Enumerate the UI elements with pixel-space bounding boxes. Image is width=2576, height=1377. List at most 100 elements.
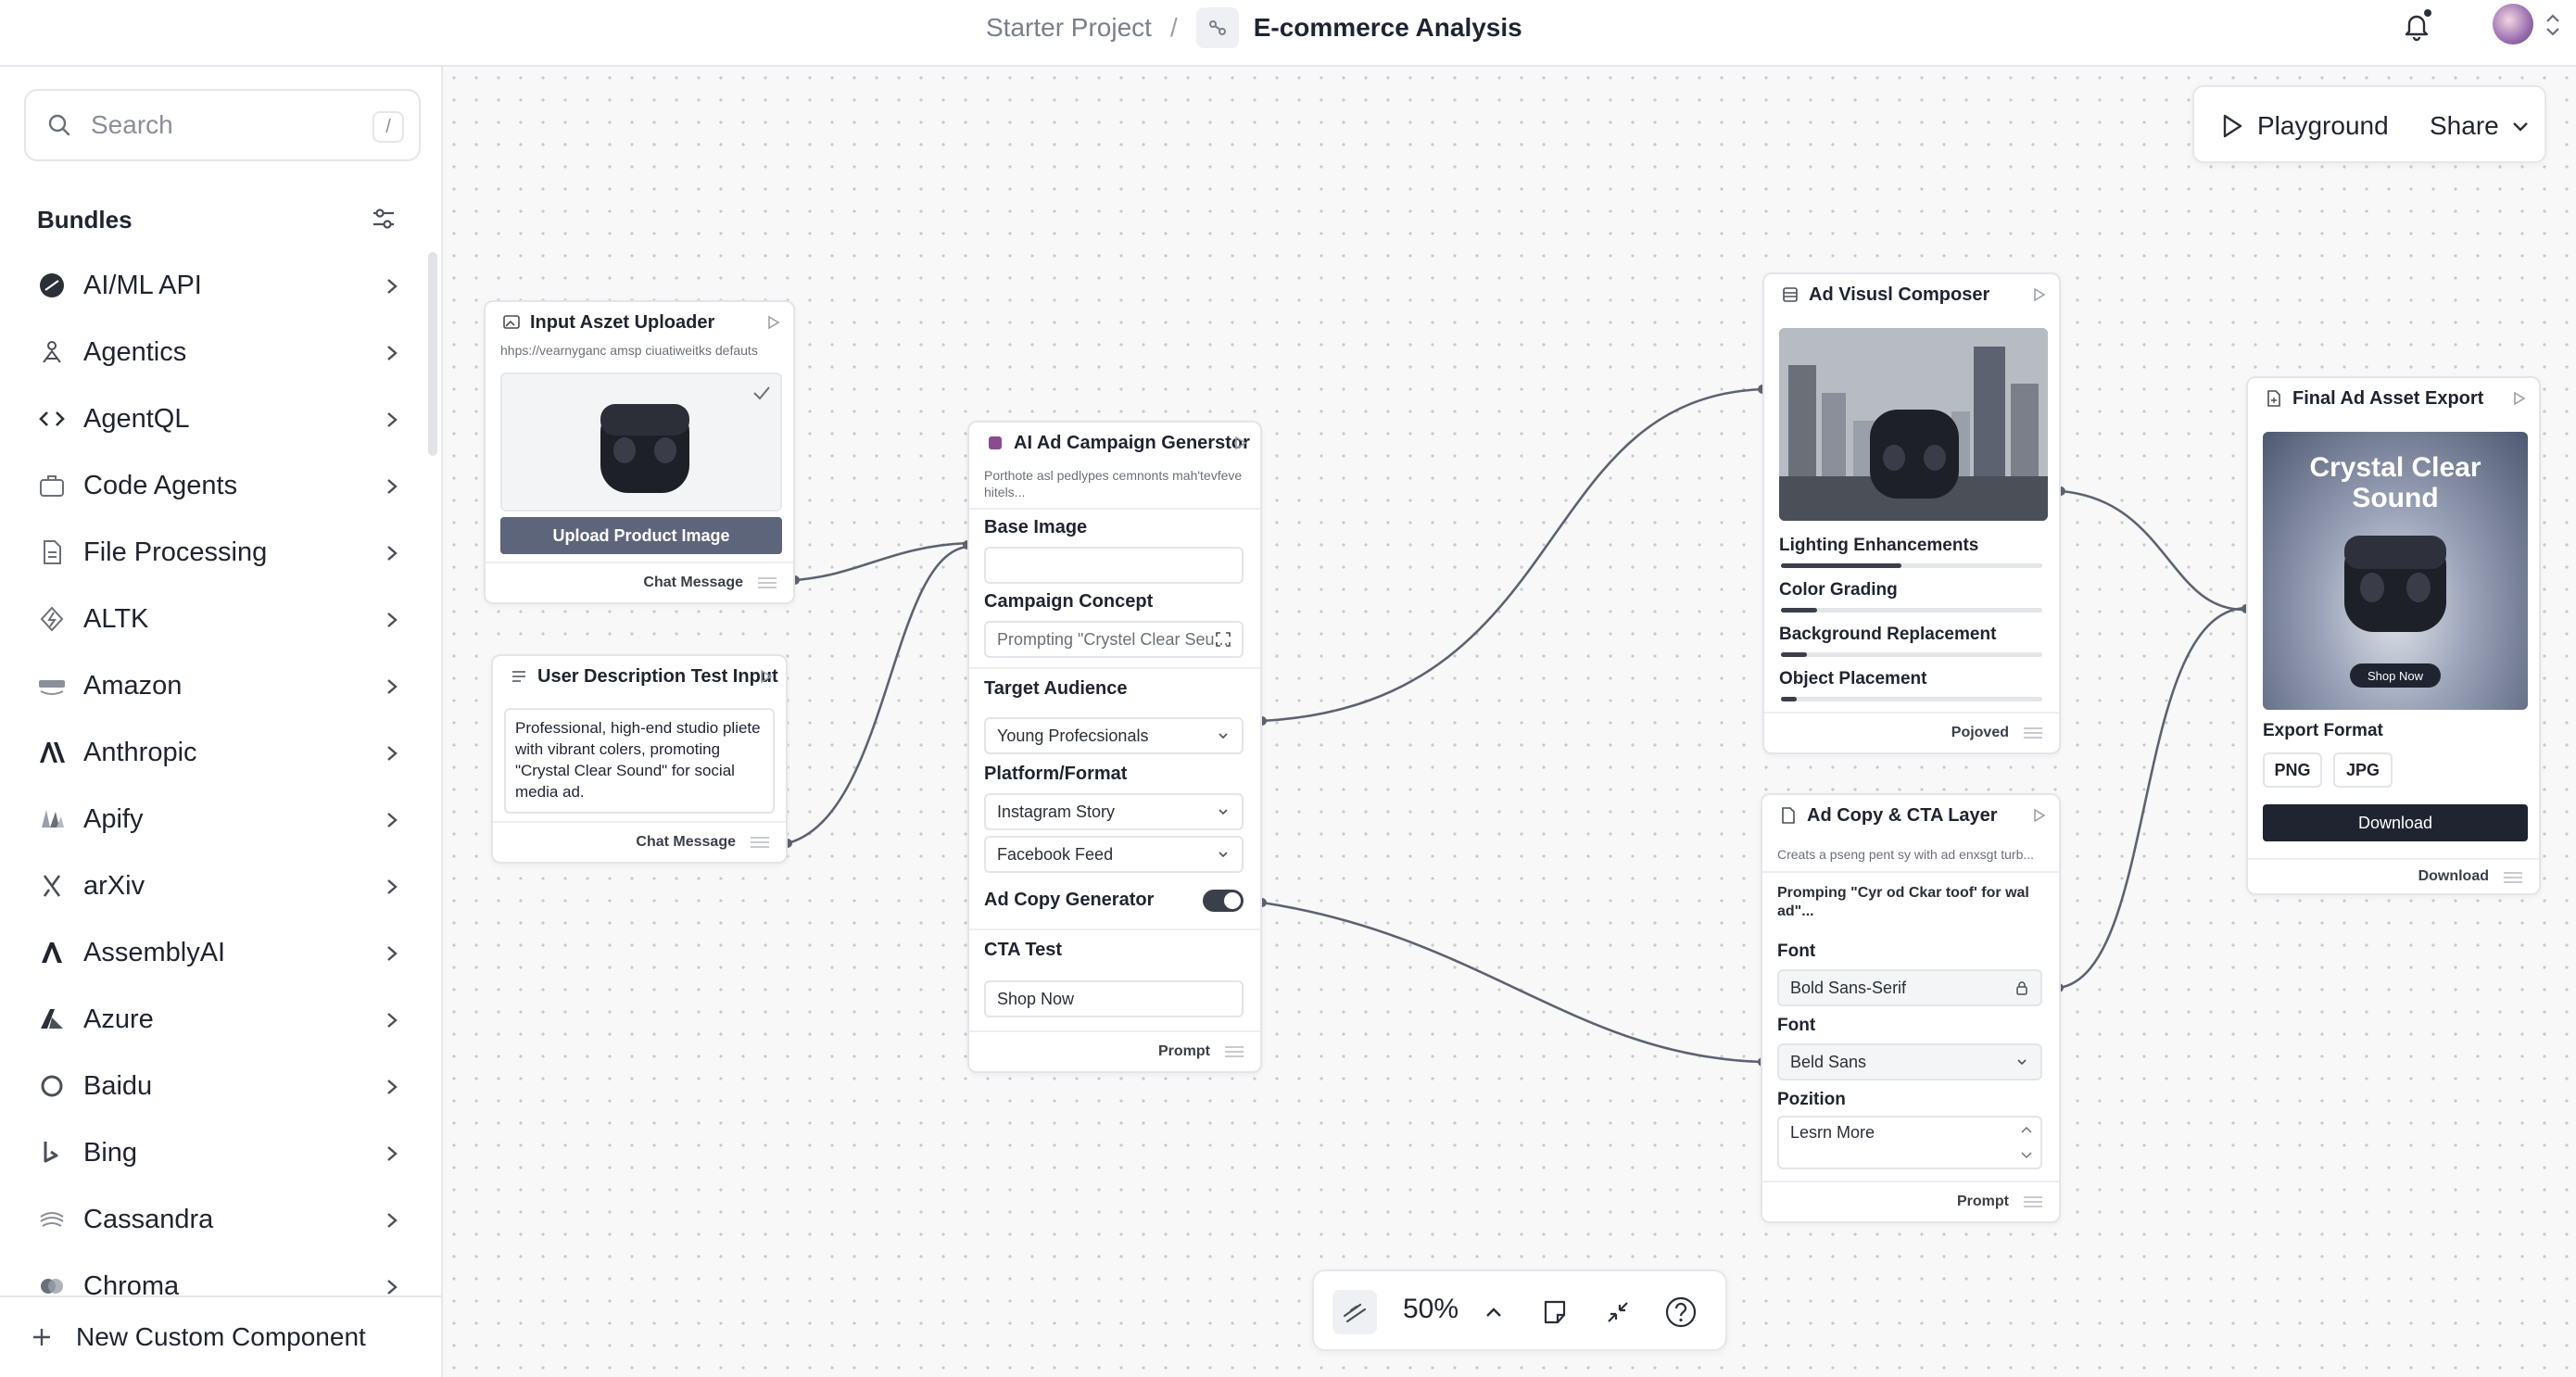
run-play-icon[interactable]	[2033, 287, 2046, 302]
help-icon	[1665, 1296, 1697, 1328]
sidebar-item-baidu[interactable]: Baidu	[0, 1053, 436, 1119]
handle-menu-icon[interactable]	[1225, 1045, 1244, 1058]
slider-fill	[1781, 563, 1901, 568]
chevron-right-icon	[382, 606, 402, 634]
chevron-down-icon[interactable]	[2509, 117, 2532, 137]
format-jpg-button[interactable]: JPG	[2333, 752, 2393, 788]
target-audience-select[interactable]: Young Profecsionals	[984, 717, 1244, 754]
sidebar-item-agentics[interactable]: Agentics	[0, 319, 436, 385]
color-grading-slider[interactable]	[1781, 608, 2042, 613]
sidebar-item-anthropic[interactable]: Anthropic	[0, 719, 436, 786]
font-field-primary[interactable]: Bold Sans-Serif	[1777, 969, 2042, 1006]
upload-product-image-button[interactable]: Upload Product Image	[500, 517, 782, 554]
ad-copy-generator-toggle[interactable]	[1203, 890, 1244, 912]
sidebar-item-altk[interactable]: ALTK	[0, 586, 436, 652]
sidebar-scrollbar[interactable]	[428, 252, 437, 456]
flow-icon	[1195, 7, 1239, 48]
node-title: Ad Copy & CTA Layer	[1807, 804, 1998, 826]
node-ad-visual-composer[interactable]: Ad Visusl Composer Lighting Enhancements…	[1762, 272, 2061, 754]
anthropic-icon	[37, 738, 67, 767]
campaign-concept-label: Campaign Concept	[984, 591, 1154, 612]
node-final-ad-asset-export[interactable]: Final Ad Asset Export Crystal Clear Soun…	[2246, 376, 2541, 895]
flow-name[interactable]: E-commerce Analysis	[1254, 13, 1522, 43]
run-play-icon[interactable]	[760, 669, 773, 684]
platform-select-secondary[interactable]: Facebook Feed	[984, 836, 1244, 873]
breadcrumb-project[interactable]: Starter Project	[986, 13, 1152, 43]
filter-settings-icon[interactable]	[371, 206, 397, 232]
download-button[interactable]: Download	[2263, 804, 2528, 841]
divider	[969, 667, 1260, 669]
sidebar-item-file-processing[interactable]: File Processing	[0, 519, 436, 586]
expand-icon[interactable]	[1216, 632, 1231, 647]
position-stepper[interactable]: Lesrn More	[1777, 1116, 2042, 1169]
bundles-heading: Bundles	[37, 206, 133, 234]
sidebar-item-label: Agentics	[83, 336, 187, 367]
run-play-icon[interactable]	[1234, 436, 1247, 450]
cta-text-field[interactable]: Shop Now	[984, 980, 1244, 1017]
composed-visual-preview	[1779, 328, 2048, 521]
sidebar-item-arxiv[interactable]: arXiv	[0, 853, 436, 919]
node-input-asset-uploader[interactable]: Input Aszet Uploader hhps://vearnyganc a…	[484, 300, 795, 604]
sidebar-item-aiml-api[interactable]: AI/ML API	[0, 252, 436, 319]
help-button[interactable]	[1659, 1290, 1703, 1334]
description-textarea[interactable]: Professional, high-end studio pliete wit…	[504, 708, 775, 814]
output-label: Pojoved	[1951, 725, 2009, 740]
sidebar-item-azure[interactable]: Azure	[0, 986, 436, 1053]
font-select-secondary[interactable]: Beld Sans	[1777, 1043, 2042, 1080]
search-input[interactable]: Search /	[24, 89, 421, 161]
handle-menu-icon[interactable]	[751, 836, 769, 849]
sidebar-item-code-agents[interactable]: Code Agents	[0, 452, 436, 519]
fit-view-button[interactable]	[1596, 1290, 1640, 1334]
object-placement-slider[interactable]	[1781, 697, 2042, 701]
chroma-icon	[37, 1271, 67, 1295]
product-image-preview	[500, 373, 782, 512]
sidebar-item-assemblyai[interactable]: AssemblyAI	[0, 919, 436, 986]
handle-menu-icon[interactable]	[2504, 871, 2522, 884]
node-ai-ad-campaign-generator[interactable]: AI Ad Campaign Generstor Porthote asl pe…	[967, 421, 1262, 1073]
cassandra-icon	[37, 1205, 67, 1234]
playground-button[interactable]: Playground	[2220, 111, 2389, 141]
font-label-primary: Font	[1777, 941, 1816, 961]
sidebar-item-apify[interactable]: Apify	[0, 786, 436, 853]
file-icon	[37, 537, 67, 567]
stepper-arrows-icon[interactable]	[2018, 1121, 2035, 1164]
handle-menu-icon[interactable]	[2024, 726, 2042, 739]
zoom-menu-button[interactable]	[1471, 1290, 1516, 1334]
account-chevron-icon[interactable]	[2543, 11, 2563, 39]
sidebar-item-amazon[interactable]: Amazon	[0, 652, 436, 719]
sidebar-item-agentql[interactable]: AgentQL	[0, 385, 436, 452]
run-play-icon[interactable]	[767, 315, 780, 330]
sidebar-item-label: arXiv	[83, 870, 145, 901]
handle-menu-icon[interactable]	[758, 576, 777, 589]
sidebar-item-cassandra[interactable]: Cassandra	[0, 1186, 436, 1253]
azure-icon	[37, 1004, 67, 1034]
share-button[interactable]: Share	[2430, 111, 2499, 141]
run-play-icon[interactable]	[2033, 808, 2046, 823]
notifications-bell-icon[interactable]	[2398, 7, 2435, 44]
lock-icon	[2016, 981, 2027, 995]
canvas-toolbar: 50%	[1312, 1270, 1727, 1351]
sidebar-item-label: Baidu	[83, 1070, 153, 1101]
platform-select-primary[interactable]: Instagram Story	[984, 793, 1244, 830]
altk-icon	[37, 604, 67, 634]
toggle-edges-button[interactable]	[1332, 1290, 1377, 1334]
sidebar-item-bing[interactable]: Bing	[0, 1119, 436, 1186]
node-user-description-input[interactable]: User Description Test Input Professional…	[491, 654, 788, 864]
campaign-concept-field[interactable]: Prompting "Crystel Clear Seu...	[984, 621, 1244, 658]
divider	[969, 508, 1260, 510]
background-replacement-slider[interactable]	[1781, 652, 2042, 657]
node-output-footer: Download	[2248, 858, 2539, 893]
add-note-button[interactable]	[1533, 1290, 1577, 1334]
new-custom-component-button[interactable]: New Custom Component	[0, 1295, 441, 1377]
cta-test-label: CTA Test	[984, 940, 1063, 960]
format-png-button[interactable]: PNG	[2263, 752, 2322, 788]
sidebar-item-label: Apify	[83, 803, 144, 834]
user-avatar[interactable]	[2493, 4, 2533, 44]
sidebar-item-chroma[interactable]: Chroma	[0, 1253, 436, 1295]
run-play-icon[interactable]	[2513, 391, 2526, 406]
sidebar-item-label: File Processing	[83, 537, 268, 567]
lighting-slider[interactable]	[1781, 563, 2042, 568]
node-ad-copy-cta-layer[interactable]: Ad Copy & CTA Layer Creats a pseng pent …	[1761, 793, 2061, 1223]
handle-menu-icon[interactable]	[2024, 1195, 2042, 1208]
base-image-field[interactable]	[984, 547, 1244, 584]
